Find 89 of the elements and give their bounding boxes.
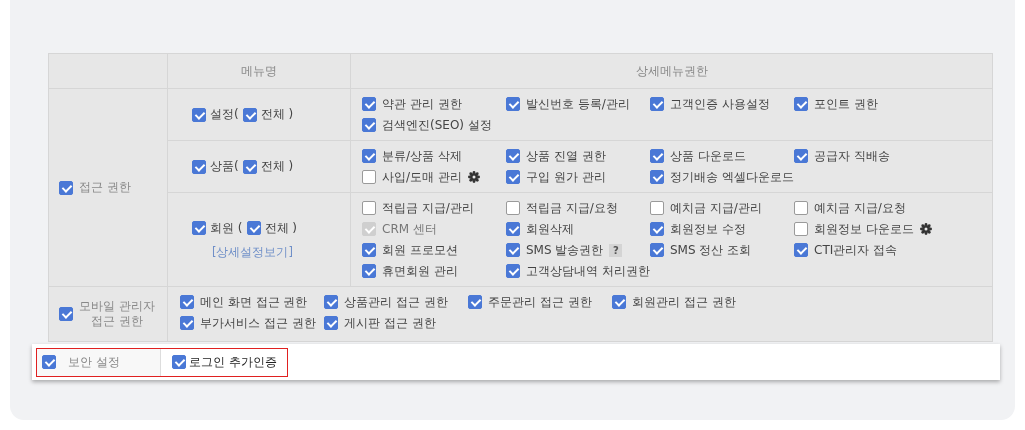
- checkbox[interactable]: [362, 97, 376, 111]
- option-label: 적립금 지급/관리: [382, 199, 474, 217]
- option-label: 분류/상품 삭제: [382, 147, 462, 165]
- option-label: 휴면회원 관리: [382, 262, 458, 280]
- help-button[interactable]: ?: [609, 243, 623, 257]
- option-label: 정기배송 엑셀다운로드: [670, 168, 794, 186]
- checkbox[interactable]: [506, 264, 520, 278]
- column-header: 메뉴명: [167, 53, 351, 89]
- checkbox[interactable]: [242, 107, 257, 122]
- column-header: 상세메뉴권한: [350, 53, 993, 89]
- checkbox[interactable]: [794, 149, 808, 163]
- option-label: 주문관리 접근 권한: [488, 293, 592, 311]
- checkbox[interactable]: [362, 201, 376, 215]
- checkbox[interactable]: [650, 201, 664, 215]
- option-label: 공급자 직배송: [814, 147, 890, 165]
- option-label: CRM 센터: [382, 220, 437, 238]
- checkbox[interactable]: [794, 201, 808, 215]
- checkbox[interactable]: [42, 355, 56, 369]
- option-label: 메인 화면 접근 권한: [200, 293, 308, 311]
- option-label: 회원정보 다운로드: [814, 220, 914, 238]
- checkbox[interactable]: [506, 149, 520, 163]
- checkbox[interactable]: [362, 170, 376, 184]
- option-label: 적립금 지급/요청: [526, 199, 618, 217]
- option-label: 상품 다운로드: [670, 147, 746, 165]
- row-label: 접근 권한: [79, 179, 131, 196]
- checkbox[interactable]: [794, 222, 808, 236]
- checkbox[interactable]: [192, 159, 206, 174]
- checkbox[interactable]: [650, 149, 664, 163]
- option-label: 사입/도매 관리: [382, 168, 462, 186]
- checkbox[interactable]: [59, 180, 73, 195]
- option-label: 고객상담내역 처리권한: [526, 262, 650, 280]
- checkbox[interactable]: [192, 107, 206, 122]
- checkbox[interactable]: [324, 295, 338, 309]
- option-label: 포인트 권한: [814, 95, 878, 113]
- option-label: 부가서비스 접근 권한: [200, 314, 316, 332]
- option-label: 회원삭제: [526, 220, 574, 238]
- checkbox[interactable]: [324, 316, 338, 330]
- detail-settings-link[interactable]: [상세설정보기]: [212, 244, 350, 260]
- checkbox[interactable]: [172, 355, 186, 369]
- option-label: SMS 발송권한: [526, 241, 604, 259]
- option-label: 회원관리 접근 권한: [632, 293, 736, 311]
- checkbox[interactable]: [59, 307, 73, 321]
- gear-icon[interactable]: [919, 223, 932, 235]
- checkbox[interactable]: [650, 243, 664, 257]
- option-label: 상품관리 접근 권한: [344, 293, 448, 311]
- option-label: 회원 프로모션: [382, 241, 458, 259]
- option-label: 회원정보 수정: [670, 220, 746, 238]
- menu-name: 회원 (: [210, 219, 243, 237]
- option-label: SMS 정산 조회: [670, 241, 752, 259]
- option-label: 게시판 접근 권한: [344, 314, 436, 332]
- checkbox[interactable]: [192, 221, 206, 235]
- checkbox[interactable]: [650, 97, 664, 111]
- checkbox[interactable]: [506, 222, 520, 236]
- checkbox[interactable]: [180, 295, 194, 309]
- checkbox[interactable]: [246, 221, 261, 235]
- option-label: 예치금 지급/요청: [814, 199, 906, 217]
- checkbox[interactable]: [180, 316, 194, 330]
- checkbox[interactable]: [506, 97, 520, 111]
- option-label: 검색엔진(SEO) 설정: [382, 116, 492, 134]
- option-label: 상품 진열 권한: [526, 147, 606, 165]
- select-all-label: 전체 ): [260, 106, 294, 123]
- checkbox[interactable]: [362, 243, 376, 257]
- option-label: CTI관리자 접속: [814, 241, 898, 259]
- checkbox[interactable]: [468, 295, 482, 309]
- menu-name: 설정(: [210, 106, 239, 123]
- checkbox[interactable]: [362, 118, 376, 132]
- option-label: 구입 원가 관리: [526, 168, 606, 186]
- checkbox[interactable]: [650, 222, 664, 236]
- option-label: 고객인증 사용설정: [670, 95, 770, 113]
- select-all-label: 전체 ): [260, 158, 294, 175]
- option-label: 로그인 추가인증: [189, 353, 277, 371]
- checkbox[interactable]: [506, 170, 520, 184]
- checkbox[interactable]: [506, 201, 520, 215]
- option-label: 예치금 지급/관리: [670, 199, 762, 217]
- option-label: 발신번호 등록/관리: [526, 95, 630, 113]
- select-all-label: 전체 ): [264, 219, 297, 237]
- checkbox[interactable]: [362, 149, 376, 163]
- checkbox[interactable]: [794, 97, 808, 111]
- menu-name: 상품(: [210, 158, 239, 175]
- gear-icon[interactable]: [467, 171, 480, 183]
- row-label: 보안 설정: [68, 353, 120, 371]
- checkbox[interactable]: [362, 264, 376, 278]
- checkbox[interactable]: [794, 243, 808, 257]
- row-label: 모바일 관리자 접근 권한: [79, 299, 155, 329]
- checkbox[interactable]: [242, 159, 257, 174]
- checkbox[interactable]: [506, 243, 520, 257]
- checkbox[interactable]: [650, 170, 664, 184]
- checkbox[interactable]: [612, 295, 626, 309]
- option-label: 약관 관리 권한: [382, 95, 462, 113]
